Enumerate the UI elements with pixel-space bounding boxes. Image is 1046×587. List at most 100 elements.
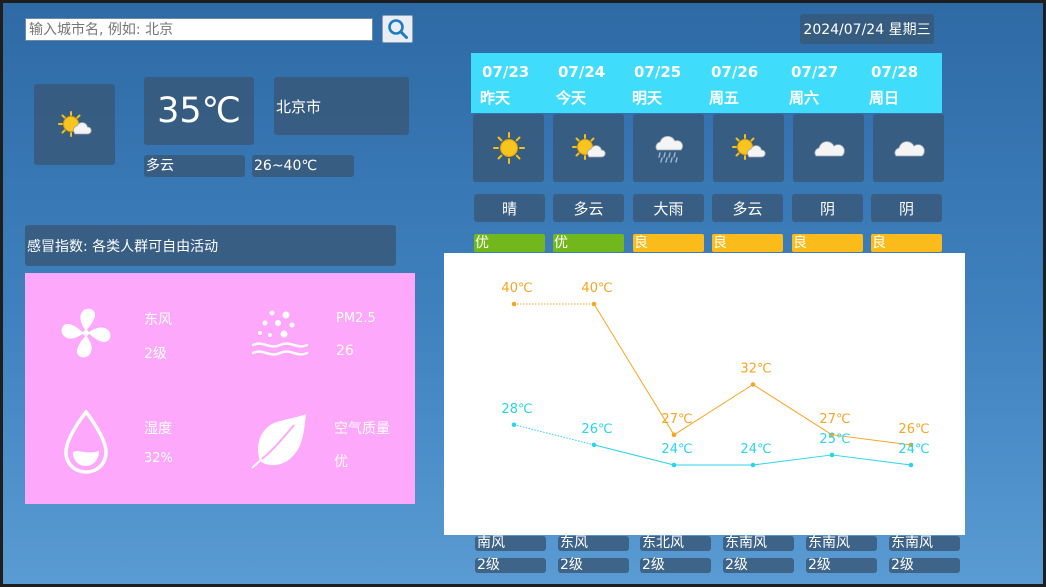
series-1-point (829, 452, 835, 458)
wind-fan-icon (61, 308, 111, 358)
cold-index: 感冒指数: 各类人群可自由活动 (25, 225, 396, 266)
current-temperature: 35℃ (144, 77, 254, 145)
pm25-value: 26 (336, 343, 354, 359)
air-quality-value: 优 (334, 454, 348, 470)
overcast-icon (814, 141, 845, 157)
forecast-weekday: 周五 (709, 89, 740, 107)
series-1-data-label: 24℃ (740, 442, 771, 457)
forecast-wind-direction: 东风 (558, 536, 629, 551)
forecast-day-3: 07/26 周五 (700, 53, 778, 113)
forecast-weekday: 周六 (789, 89, 820, 107)
search-icon (387, 19, 408, 39)
air-quality-leaf-icon (251, 414, 306, 469)
series-1-point (671, 462, 677, 468)
series-0-data-label: 26℃ (898, 422, 929, 437)
forecast-icon-box (553, 114, 624, 182)
series-1-data-label: 26℃ (581, 422, 612, 437)
temperature-chart-svg: 40℃ 40℃ 27℃ 32℃ 27℃ 26℃ 28℃ 26℃ 24℃ 24℃ 25℃ 24℃ (501, 281, 930, 468)
forecast-day-1: 07/24 今天 (547, 53, 625, 113)
forecast-wind-level: 2级 (889, 558, 960, 573)
forecast-condition: 多云 (553, 194, 624, 222)
forecast-icon-box (633, 114, 704, 182)
detail-panel: 东风 2级 PM2.5 26 湿度 32% 空气质量 优 (25, 273, 415, 504)
air-quality-badge: 良 (633, 234, 704, 252)
forecast-day-4: 07/27 周六 (780, 53, 858, 113)
series-0-segment (752, 384, 833, 436)
forecast-icon-box (713, 114, 784, 182)
forecast-date: 07/24 (558, 63, 606, 81)
forecast-wind-level: 2级 (640, 558, 711, 573)
series-1-point (908, 462, 914, 468)
forecast-wind-direction: 东南风 (889, 536, 960, 551)
forecast-wind-level: 2级 (475, 558, 546, 573)
series-1-point (591, 442, 597, 448)
forecast-condition: 晴 (474, 194, 545, 222)
series-0-data-label: 40℃ (501, 281, 532, 296)
series-1-point (750, 462, 756, 468)
wind-direction-label: 东风 (144, 312, 172, 328)
series-0-point (591, 301, 597, 307)
forecast-wind-direction: 东南风 (723, 536, 794, 551)
forecast-date: 07/23 (482, 63, 530, 81)
air-quality-badge: 优 (553, 234, 624, 252)
wind-level-value: 2级 (144, 346, 167, 362)
current-date: 2024/07/24 星期三 (800, 14, 934, 44)
search-input[interactable] (25, 18, 373, 41)
overcast-icon (894, 141, 925, 157)
partly-cloudy-icon (571, 134, 606, 160)
humidity-label: 湿度 (144, 421, 172, 437)
forecast-wind-level: 2级 (723, 558, 794, 573)
forecast-condition: 大雨 (633, 194, 704, 222)
current-temperature-range: 26~40℃ (252, 155, 354, 177)
pm25-label: PM2.5 (336, 311, 376, 326)
series-0-point (511, 301, 517, 307)
forecast-condition: 阴 (871, 194, 942, 222)
pm25-dust-icon (251, 310, 309, 356)
series-0-data-label: 27℃ (661, 412, 692, 427)
air-quality-badge: 良 (792, 234, 863, 252)
air-quality-badge: 良 (871, 234, 942, 252)
forecast-header: 07/23 昨天 07/24 今天 07/25 明天 07/26 周五 07/2… (471, 53, 942, 113)
series-0-data-label: 32℃ (740, 362, 771, 377)
air-quality-badge: 良 (712, 234, 783, 252)
series-0-point (750, 382, 756, 387)
series-1-point (511, 422, 517, 428)
search-button[interactable] (382, 15, 413, 43)
forecast-date: 07/28 (871, 63, 919, 81)
series-0-data-label: 40℃ (581, 281, 612, 296)
forecast-day-0: 07/23 昨天 (471, 53, 549, 113)
forecast-wind-level: 2级 (806, 558, 877, 573)
forecast-weekday: 明天 (632, 89, 663, 107)
heavy-rain-icon (655, 135, 683, 163)
current-weather-icon-box (34, 84, 115, 165)
forecast-weekday: 周日 (869, 89, 900, 107)
series-0-point (671, 432, 677, 438)
temperature-chart: 40℃ 40℃ 27℃ 32℃ 27℃ 26℃ 28℃ 26℃ 24℃ 24℃ 25℃ 24℃ (444, 253, 965, 535)
forecast-icon-box (873, 114, 944, 182)
forecast-date: 07/25 (634, 63, 682, 81)
forecast-condition: 多云 (712, 194, 783, 222)
city-name: 北京市 (274, 77, 409, 135)
forecast-wind-direction: 东北风 (640, 536, 711, 551)
forecast-weekday: 今天 (556, 89, 587, 107)
forecast-condition: 阴 (792, 194, 863, 222)
forecast-wind-direction: 南风 (475, 536, 546, 551)
current-condition: 多云 (144, 155, 245, 177)
series-0-segment (673, 384, 754, 436)
forecast-wind-level: 2级 (558, 558, 629, 573)
air-quality-label: 空气质量 (334, 421, 390, 437)
sunny-icon (492, 132, 525, 164)
forecast-icon-box (793, 114, 864, 182)
series-1-data-label: 24℃ (661, 442, 692, 457)
forecast-weekday: 昨天 (480, 89, 511, 107)
forecast-date: 07/26 (711, 63, 759, 81)
air-quality-badge: 优 (474, 234, 545, 252)
partly-cloudy-icon (731, 134, 766, 160)
humidity-drop-icon (64, 409, 108, 474)
series-1-data-label: 24℃ (898, 442, 929, 457)
forecast-wind-direction: 东南风 (806, 536, 877, 551)
series-0-data-label: 27℃ (819, 412, 850, 427)
series-1-data-label: 25℃ (819, 432, 850, 447)
partly-cloudy-icon (57, 110, 92, 137)
series-1-data-label: 28℃ (501, 402, 532, 417)
